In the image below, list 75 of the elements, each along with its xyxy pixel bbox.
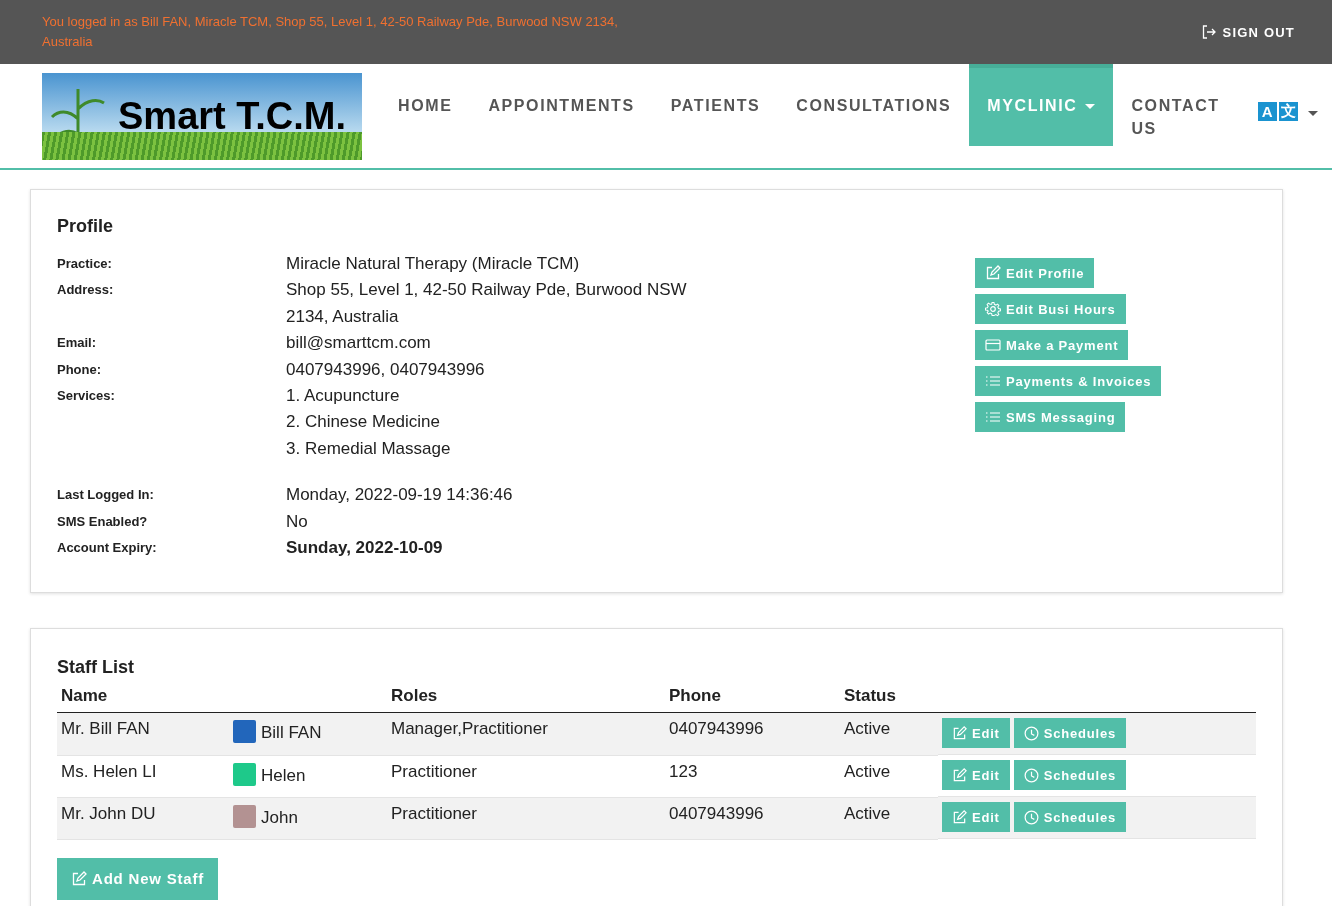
action-button[interactable]: Edit Busi Hours [975, 294, 1126, 324]
column-header: Roles [391, 686, 438, 705]
sign-out-icon [1200, 24, 1217, 40]
nav-tab[interactable]: CONSULTATIONS [778, 64, 970, 146]
table-cell: 0407943996 [669, 719, 764, 738]
edit-icon [952, 725, 967, 741]
table-cell: Practitioner [391, 761, 477, 781]
field-value: 1. Acupuncture [286, 385, 400, 408]
schedules-button[interactable]: Schedules [1013, 760, 1126, 790]
schedules-button[interactable]: Schedules [1013, 802, 1126, 832]
table-cell: John [261, 807, 298, 828]
field-value: bill@smarttcm.com [286, 332, 431, 355]
table-cell: Ms. Helen LI [61, 761, 157, 781]
edit-icon [952, 809, 967, 825]
field-value: 2. Chinese Medicine [286, 411, 441, 434]
table-cell: Active [844, 719, 891, 738]
field-label: Account Expiry: [57, 539, 158, 558]
field-label: Address: [57, 281, 115, 300]
table-cell: Mr. John DU [61, 803, 156, 823]
schedules-button[interactable]: Schedules [1013, 718, 1126, 748]
field-value: 0407943996, 0407943996 [286, 358, 485, 381]
staff-title: Staff List [57, 657, 135, 678]
table-cell: Bill FAN [261, 723, 322, 743]
card-icon [985, 337, 1001, 353]
field-value: 3. Remedial Massage [286, 437, 451, 460]
field-value: Sunday, 2022-10-09 [286, 537, 443, 560]
clock-icon [1023, 767, 1039, 783]
list-icon [985, 409, 1001, 425]
table-cell: 0407943996 [669, 803, 764, 823]
nav-tab[interactable]: CONTACT US [1113, 64, 1238, 146]
action-button[interactable]: Payments & Invoices [975, 366, 1162, 396]
column-header: Phone [669, 686, 721, 705]
field-value: No [286, 510, 308, 533]
table-cell: Active [844, 761, 891, 781]
edit-button[interactable]: Edit [942, 802, 1010, 832]
field-label: Practice: [57, 255, 113, 273]
field-label: Services: [57, 387, 116, 406]
action-button[interactable]: SMS Messaging [975, 402, 1126, 432]
sign-out-link[interactable]: SIGN OUT [1200, 24, 1295, 40]
edit-icon [952, 767, 967, 783]
login-info: You logged in as Bill FAN, Miracle TCM, Shop 55, Level 1, 42-50 Railway Pde, Burwood NSW 2134, Australia [42, 13, 619, 51]
nav-tab[interactable]: PATIENTS [652, 64, 779, 146]
nav-tab[interactable]: APPOINTMENTS [470, 64, 653, 146]
caret-icon [1085, 103, 1096, 110]
logo-drawing[interactable]: Smart T.C.M. [42, 73, 362, 160]
column-header: Status [844, 686, 896, 705]
table-cell: Active [844, 803, 891, 823]
field-value: Miracle Natural Therapy (Miracle TCM) [286, 253, 580, 275]
action-button[interactable]: Edit Profile [975, 258, 1095, 288]
table-cell: Manager,Practitioner [391, 719, 548, 738]
edit-icon [71, 870, 87, 887]
profile-title: Profile [57, 216, 114, 237]
table-cell: Helen [261, 765, 306, 786]
table-cell: Mr. Bill FAN [61, 719, 150, 738]
action-button[interactable]: Make a Payment [975, 330, 1129, 360]
table-cell: 123 [669, 761, 698, 781]
edit-button[interactable]: Edit [942, 718, 1010, 748]
nav-tab[interactable]: HOME [380, 64, 471, 146]
table-cell: Practitioner [391, 803, 477, 823]
language-button[interactable]: A 文 [1257, 102, 1318, 121]
column-header: Name [61, 686, 108, 705]
edit-icon [985, 265, 1001, 281]
clock-icon [1023, 725, 1039, 741]
field-value: Monday, 2022-09-19 14:36:46 [286, 484, 513, 507]
list-icon [985, 373, 1001, 389]
field-label: SMS Enabled? [57, 512, 149, 531]
field-label: Last Logged In: [57, 486, 155, 505]
edit-button[interactable]: Edit [942, 760, 1010, 790]
field-label: Email: [57, 334, 97, 353]
field-label: Phone: [57, 360, 103, 379]
settings-icon [985, 301, 1001, 317]
nav-tab[interactable]: MYCLINIC [969, 64, 1114, 146]
clock-icon [1023, 809, 1039, 825]
add-staff-button[interactable]: Add New Staff [57, 857, 219, 900]
caret-icon [1307, 110, 1318, 117]
